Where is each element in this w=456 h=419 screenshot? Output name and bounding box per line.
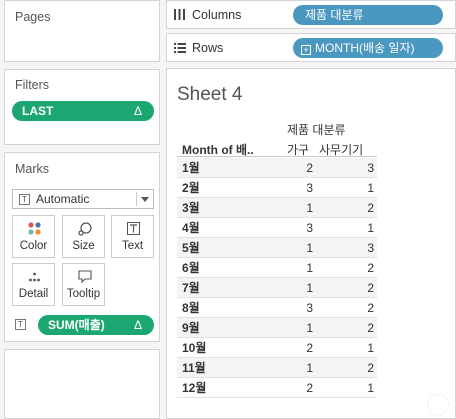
value-cell-furniture: 3: [306, 221, 313, 235]
table-row: 8월 3 2: [177, 298, 377, 318]
delta-icon: Δ: [133, 318, 142, 332]
value-cell-office: 2: [367, 201, 374, 215]
text-encoding-icon: T: [15, 319, 26, 330]
rows-label: Rows: [192, 41, 224, 55]
tooltip-icon: [78, 270, 92, 284]
table-row: 4월 3 1: [177, 218, 377, 238]
value-cell-office: 1: [367, 221, 374, 235]
color-button[interactable]: Color: [12, 215, 55, 258]
month-cell: 8월: [182, 301, 200, 315]
automatic-icon: T: [19, 194, 30, 205]
color-icon: [28, 222, 41, 235]
rows-pill-label: MONTH(배송 일자): [315, 41, 415, 55]
columns-pill[interactable]: 제품 대분류: [293, 5, 443, 25]
tooltip-label: Tooltip: [66, 288, 101, 300]
columns-icon: [174, 9, 185, 20]
sum-sales-label: SUM(매출): [48, 318, 105, 332]
month-cell: 1월: [182, 161, 200, 175]
delta-icon: Δ: [133, 104, 142, 118]
columns-shelf[interactable]: Columns 제품 대분류: [166, 0, 456, 29]
table-row: 10월 2 1: [177, 338, 377, 358]
marks-panel: Marks T Automatic Color Size Text Detail: [4, 152, 160, 342]
detail-label: Detail: [18, 288, 49, 300]
value-cell-office: 2: [367, 321, 374, 335]
value-cell-furniture: 1: [306, 321, 313, 335]
pages-panel[interactable]: Pages: [4, 0, 160, 62]
value-cell-office: 1: [367, 381, 374, 395]
pages-title: Pages: [15, 10, 51, 24]
month-cell: 12월: [182, 381, 207, 395]
value-cell-office: 1: [367, 341, 374, 355]
value-cell-furniture: 3: [306, 301, 313, 315]
text-icon: [127, 222, 140, 235]
text-label: Text: [121, 240, 144, 252]
table-row: 6월 1 2: [177, 258, 377, 278]
month-cell: 3월: [182, 201, 200, 215]
table-row: 3월 1 2: [177, 198, 377, 218]
size-icon: [78, 222, 92, 236]
filters-panel[interactable]: Filters LAST Δ: [4, 69, 160, 145]
month-cell: 5월: [182, 241, 200, 255]
chevron-down-icon: [141, 197, 149, 202]
detail-icon: [29, 272, 40, 282]
value-cell-furniture: 1: [306, 261, 313, 275]
value-cell-office: 1: [367, 181, 374, 195]
marks-title: Marks: [15, 162, 50, 176]
tooltip-button[interactable]: Tooltip: [62, 263, 105, 306]
value-cell-office: 3: [367, 161, 374, 175]
month-cell: 4월: [182, 221, 200, 235]
dropdown-divider: [136, 192, 137, 206]
table-row: 11월 1 2: [177, 358, 377, 378]
size-label: Size: [72, 240, 95, 252]
value-cell-furniture: 3: [306, 181, 313, 195]
value-cell-furniture: 1: [306, 241, 313, 255]
table-row: 5월 1 3: [177, 238, 377, 258]
table-row: 9월 1 2: [177, 318, 377, 338]
table-row: 2월 3 1: [177, 178, 377, 198]
mark-type-select[interactable]: T Automatic: [12, 189, 154, 209]
left-empty-panel: [4, 349, 160, 419]
value-cell-furniture: 2: [306, 161, 313, 175]
value-cell-office: 2: [367, 281, 374, 295]
watermark-logo: [427, 394, 449, 416]
columns-label: Columns: [192, 8, 242, 22]
month-cell: 2월: [182, 181, 200, 195]
worksheet-area: Sheet 4 제품 대분류 Month of 배.. 가구 사무기기 1월 2 3…: [166, 68, 456, 419]
table-row: 12월 2 1: [177, 378, 377, 398]
expand-plus-icon: +: [301, 45, 311, 55]
sum-sales-pill[interactable]: SUM(매출) Δ: [38, 315, 154, 335]
color-label: Color: [19, 240, 48, 252]
table-row: 7월 1 2: [177, 278, 377, 298]
value-cell-furniture: 1: [306, 201, 313, 215]
value-cell-office: 2: [367, 301, 374, 315]
value-cell-furniture: 1: [306, 281, 313, 295]
text-button[interactable]: Text: [111, 215, 154, 258]
value-cell-office: 3: [367, 241, 374, 255]
filters-title: Filters: [15, 78, 50, 92]
col-group-header: 제품 대분류: [287, 123, 346, 137]
crosstab-body: 1월 2 3 2월 3 1 3월 1 2 4월 3 1 5월 1 3 6월 1 2 7월 1 2 8월 3 2 9월 1 2 10월 2…: [177, 158, 377, 398]
rows-icon: [174, 43, 186, 53]
sheet-title: Sheet 4: [177, 84, 243, 105]
detail-button[interactable]: Detail: [12, 263, 55, 306]
rows-pill[interactable]: + MONTH(배송 일자): [293, 38, 443, 58]
header-divider: [177, 156, 377, 157]
month-cell: 7월: [182, 281, 200, 295]
filter-pill-label: LAST: [22, 104, 54, 118]
month-cell: 6월: [182, 261, 200, 275]
value-cell-office: 2: [367, 261, 374, 275]
table-row: 1월 2 3: [177, 158, 377, 178]
month-cell: 10월: [182, 341, 207, 355]
month-cell: 9월: [182, 321, 200, 335]
mark-type-value: Automatic: [36, 192, 90, 206]
rows-shelf[interactable]: Rows + MONTH(배송 일자): [166, 33, 456, 62]
size-button[interactable]: Size: [62, 215, 105, 258]
value-cell-furniture: 2: [306, 381, 313, 395]
month-cell: 11월: [182, 361, 206, 375]
filter-pill-last[interactable]: LAST Δ: [12, 101, 154, 121]
value-cell-furniture: 1: [306, 361, 313, 375]
value-cell-office: 2: [367, 361, 374, 375]
value-cell-furniture: 2: [306, 341, 313, 355]
